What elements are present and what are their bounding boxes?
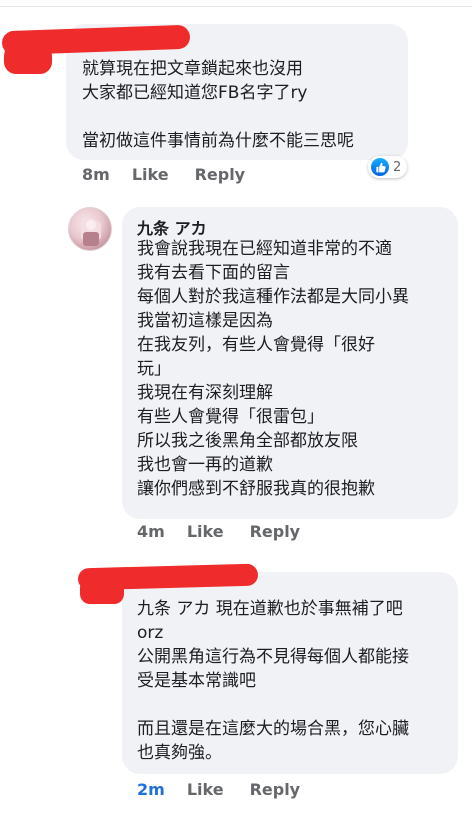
like-button-1[interactable]: Like [132,165,169,184]
like-button-3[interactable]: Like [187,780,224,799]
avatar[interactable] [68,207,112,251]
reaction-badge-1[interactable]: 2 [368,156,408,178]
comment-author-2[interactable]: 九条 アカ [137,215,207,239]
comment-actions-3: 2m Like Reply [137,780,326,799]
like-icon [371,158,389,176]
reply-button-3[interactable]: Reply [250,780,301,799]
comment-time-1: 8m [82,165,110,184]
comment-time-3: 2m [137,780,165,799]
redacted-author-tail-3 [80,578,124,604]
comment-time-2: 4m [137,522,165,541]
reply-button-1[interactable]: Reply [195,165,246,184]
top-divider [0,6,472,7]
comment-text-3: 九条 アカ 現在道歉也於事無補了吧 orz 公開黑角這行為不見得每個人都能接 受… [137,599,409,763]
like-button-2[interactable]: Like [187,522,224,541]
redacted-author-tail-1 [4,44,52,74]
comment-actions-2: 4m Like Reply [137,522,326,541]
reaction-count-1: 2 [393,159,402,175]
reply-button-2[interactable]: Reply [250,522,301,541]
comment-text-2: 我會說我現在已經知道非常的不適 我有去看下面的留言 每個人對於我這種作法都是大同… [137,239,409,499]
comment-actions-1: 8m Like Reply [82,165,271,184]
comment-text-1: 就算現在把文章鎖起來也沒用 大家都已經知道您FB名字了ry 當初做這件事情前為什… [82,59,354,151]
